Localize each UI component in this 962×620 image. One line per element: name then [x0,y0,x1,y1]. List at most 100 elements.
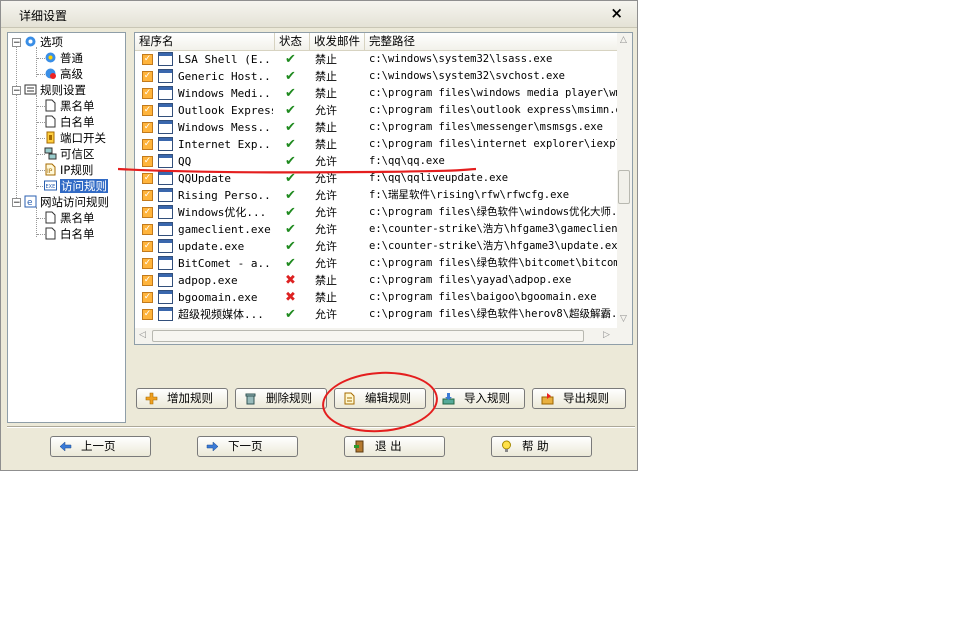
status-allowed-icon[interactable]: ✔ [285,221,305,238]
tree-item-blacklist[interactable]: 黑名单 [44,98,95,114]
row-checkbox[interactable]: ✓ [142,122,153,133]
mail-setting: 禁止 [315,274,337,287]
add-rule-button[interactable]: 增加规则 [136,388,228,409]
table-row[interactable]: ✓ 超级视频媒体... ✔ 允许 c:\program files\绿色软件\herov… [135,306,617,323]
port-switch-icon [46,131,55,144]
close-icon[interactable]: × [610,4,623,22]
mail-setting: 允许 [315,308,337,321]
tree-item-site-blacklist[interactable]: 黑名单 [44,210,95,226]
status-allowed-icon[interactable]: ✔ [285,102,305,119]
table-row[interactable]: ✓ Internet Exp... ✔ 禁止 c:\program files\inte… [135,136,617,153]
vertical-scrollbar[interactable]: △ ▽ [617,33,632,329]
table-row[interactable]: ✓ Windows Medi... ✔ 禁止 c:\program files\wind… [135,85,617,102]
table-row[interactable]: ✓ Outlook Express ✔ 允许 c:\program files\outl… [135,102,617,119]
status-allowed-icon[interactable]: ✔ [285,85,305,102]
row-checkbox[interactable]: ✓ [142,241,153,252]
status-allowed-icon[interactable]: ✔ [285,187,305,204]
tree-item-options[interactable]: 选项 [24,34,63,50]
tree-item-access-rules[interactable]: EXE 访问规则 [44,178,108,194]
status-allowed-icon[interactable]: ✔ [285,136,305,153]
row-checkbox[interactable]: ✓ [142,71,153,82]
expander-site-rules[interactable]: − [12,198,21,208]
column-header-status[interactable]: 状态 [275,33,310,50]
status-allowed-icon[interactable]: ✔ [285,238,305,255]
expander-options[interactable]: − [12,38,21,48]
status-allowed-icon[interactable]: ✔ [285,68,305,85]
row-checkbox[interactable]: ✓ [142,258,153,269]
app-window-icon [158,307,173,321]
arrow-left-icon [59,441,72,452]
row-checkbox[interactable]: ✓ [142,224,153,235]
table-row[interactable]: ✓ Windows优化... ✔ 允许 c:\program files\绿色软件\wi… [135,204,617,221]
network-icon [44,147,57,160]
import-rule-button[interactable]: 导入规则 [433,388,525,409]
row-checkbox[interactable]: ✓ [142,190,153,201]
column-header-mail[interactable]: 收发邮件 [310,33,365,50]
tree-item-advanced[interactable]: 高级 [44,66,83,82]
vertical-scroll-thumb[interactable] [618,170,630,204]
status-blocked-icon[interactable]: ✖ [285,272,305,289]
tree-item-site-rules[interactable]: e 网站访问规则 [24,194,109,210]
program-name: BitComet - a... [178,257,273,270]
row-checkbox[interactable]: ✓ [142,173,153,184]
row-checkbox[interactable]: ✓ [142,105,153,116]
mail-setting: 允许 [315,189,337,202]
plus-icon [145,392,158,405]
row-checkbox[interactable]: ✓ [142,309,153,320]
row-checkbox[interactable]: ✓ [142,275,153,286]
app-window-icon [158,52,173,66]
scroll-left-icon[interactable]: ◁ [139,330,146,340]
status-allowed-icon[interactable]: ✔ [285,255,305,272]
mail-setting: 禁止 [315,121,337,134]
table-row[interactable]: ✓ BitComet - a... ✔ 允许 c:\program files\绿色软件… [135,255,617,272]
export-icon [541,393,554,405]
tree-item-ip-rules[interactable]: IP IP规则 [44,162,93,178]
horizontal-scroll-thumb[interactable] [152,330,584,342]
expander-rules[interactable]: − [12,86,21,96]
delete-rule-button[interactable]: 删除规则 [235,388,327,409]
table-row[interactable]: ✓ Windows Mess... ✔ 禁止 c:\program files\mess… [135,119,617,136]
status-allowed-icon[interactable]: ✔ [285,204,305,221]
scroll-right-icon[interactable]: ▷ [603,330,610,340]
program-name: Windows优化... [178,206,267,219]
column-header-path[interactable]: 完整路径 [365,33,617,50]
table-row[interactable]: ✓ LSA Shell (E... ✔ 禁止 c:\windows\system32\l… [135,51,617,68]
row-checkbox[interactable]: ✓ [142,292,153,303]
table-row[interactable]: ✓ update.exe ✔ 允许 e:\counter-strike\浩方\hfgam… [135,238,617,255]
tree-item-site-whitelist[interactable]: 白名单 [44,226,95,242]
table-row[interactable]: ✓ gameclient.exe ✔ 允许 e:\counter-strike\浩方\h… [135,221,617,238]
tree-item-ports[interactable]: 端口开关 [44,130,106,146]
row-checkbox[interactable]: ✓ [142,207,153,218]
status-blocked-icon[interactable]: ✖ [285,289,305,306]
tree-item-normal[interactable]: 普通 [44,50,83,66]
status-allowed-icon[interactable]: ✔ [285,119,305,136]
program-name: Windows Medi... [178,87,273,100]
table-row[interactable]: ✓ Generic Host... ✔ 禁止 c:\windows\system32\s… [135,68,617,85]
tree-item-trusted[interactable]: 可信区 [44,146,95,162]
table-row[interactable]: ✓ adpop.exe ✖ 禁止 c:\program files\yayad\adpo… [135,272,617,289]
exit-button[interactable]: 退 出 [344,436,445,457]
next-page-button[interactable]: 下一页 [197,436,298,457]
lightbulb-icon [502,440,511,452]
horizontal-scrollbar[interactable]: ◁ ▷ [135,328,632,344]
rules-panel: 程序名 状态 收发邮件 完整路径 ✓ LSA Shell (E... ✔ 禁止 c:\w… [131,32,635,423]
status-allowed-icon[interactable]: ✔ [285,51,305,68]
app-window-icon [158,222,173,236]
row-checkbox[interactable]: ✓ [142,139,153,150]
mail-setting: 允许 [315,223,337,236]
tree-item-whitelist[interactable]: 白名单 [44,114,95,130]
help-button[interactable]: 帮 助 [491,436,592,457]
table-row[interactable]: ✓ bgoomain.exe ✖ 禁止 c:\program files\baigoo\… [135,289,617,306]
row-checkbox[interactable]: ✓ [142,88,153,99]
scroll-down-icon[interactable]: ▽ [620,314,627,324]
row-checkbox[interactable]: ✓ [142,54,153,65]
prev-page-button[interactable]: 上一页 [50,436,151,457]
table-row[interactable]: ✓ Rising Perso... ✔ 允许 f:\瑞星软件\rising\rfw\rf… [135,187,617,204]
column-header-program[interactable]: 程序名 [135,33,275,50]
mail-setting: 禁止 [315,291,337,304]
tree-item-rules[interactable]: 规则设置 [24,82,86,98]
status-allowed-icon[interactable]: ✔ [285,306,305,323]
export-rule-button[interactable]: 导出规则 [532,388,626,409]
mail-setting: 允许 [315,206,337,219]
scroll-up-icon[interactable]: △ [620,35,627,45]
